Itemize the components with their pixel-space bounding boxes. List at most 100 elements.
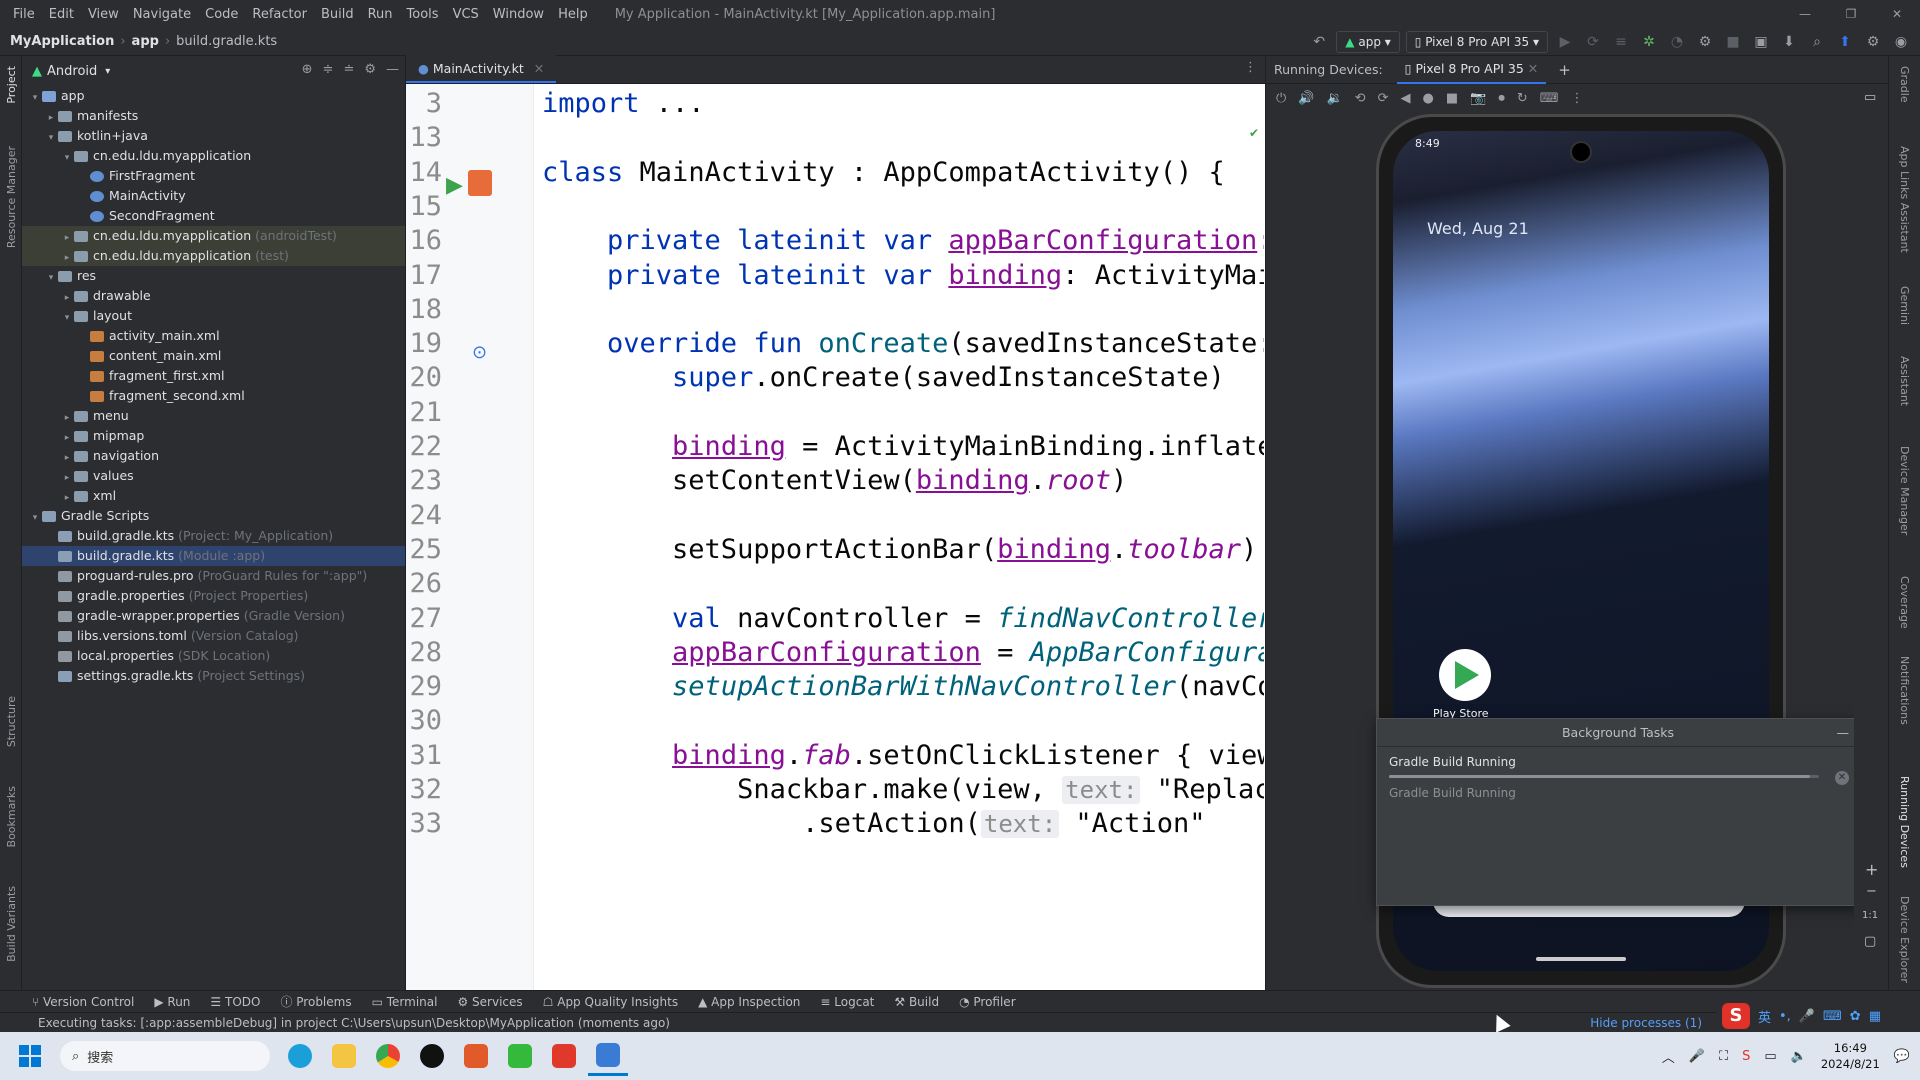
tool-window-project[interactable]: Project (5, 66, 18, 104)
menu-view[interactable]: View (81, 7, 126, 22)
code-line[interactable]: Snackbar.make(view, text: "Replace (542, 774, 1264, 805)
status-message[interactable]: Executing tasks: [:app:assembleDebug] in… (38, 1016, 670, 1030)
tool-window-app-links[interactable]: App Links Assistant (1898, 146, 1911, 253)
tool-window-gemini[interactable]: Gemini (1898, 286, 1911, 325)
chevron-down-icon[interactable]: ▾ (44, 128, 58, 148)
tool-services[interactable]: ⚙ Services (457, 995, 522, 1009)
tree-item[interactable]: ▸ values (22, 466, 405, 486)
close-tab-icon[interactable]: ✕ (1528, 61, 1538, 76)
tree-item[interactable]: ▸ manifests (22, 106, 405, 126)
actual-size-icon[interactable]: 1:1 (1862, 910, 1878, 921)
tree-item[interactable]: libs.versions.toml (Version Catalog) (22, 626, 405, 646)
tree-item[interactable]: ▾ res (22, 266, 405, 286)
tab-mainactivity[interactable]: ● MainActivity.kt ✕ (406, 55, 557, 83)
android-studio-app[interactable] (588, 1036, 628, 1076)
override-marker-icon[interactable]: ⊙ (472, 342, 487, 363)
menu-build[interactable]: Build (314, 7, 361, 22)
code-line[interactable]: class MainActivity : AppCompatActivity()… (542, 157, 1225, 188)
display-icon[interactable]: ▭ (1764, 1049, 1776, 1064)
settings-icon[interactable]: ⚙ (1862, 34, 1884, 50)
tool-build[interactable]: ⚒ Build (894, 995, 939, 1009)
power-icon[interactable]: ⏻ (1276, 91, 1286, 106)
tree-item[interactable]: gradle-wrapper.properties (Gradle Version… (22, 606, 405, 626)
tool-window-running-devices[interactable]: Running Devices (1898, 776, 1911, 868)
code-line[interactable]: setSupportActionBar(binding.toolbar) (542, 534, 1257, 565)
tree-item[interactable]: content_main.xml (22, 346, 405, 366)
tree-item[interactable]: ▾ cn.edu.ldu.myapplication (22, 146, 405, 166)
snapshot-icon[interactable]: ↻ (1517, 91, 1528, 106)
chevron-down-icon[interactable]: ▾ (44, 268, 58, 288)
maximize-button[interactable]: ❐ (1828, 0, 1874, 28)
tool-window-gradle[interactable]: Gradle (1898, 66, 1911, 103)
tree-item[interactable]: build.gradle.kts (Module :app) (22, 546, 405, 566)
tree-item[interactable]: ▸ xml (22, 486, 405, 506)
tool-todo[interactable]: ☰ TODO (210, 995, 260, 1009)
tree-item[interactable]: activity_main.xml (22, 326, 405, 346)
chevron-right-icon[interactable]: ▸ (60, 428, 74, 448)
tool-run[interactable]: ▶ Run (154, 995, 190, 1009)
tree-item[interactable]: settings.gradle.kts (Project Settings) (22, 666, 405, 686)
extended-controls-icon[interactable]: ⌨ (1540, 91, 1559, 106)
ime-language[interactable]: 英 (1758, 1007, 1771, 1026)
tree-item[interactable]: ▸ drawable (22, 286, 405, 306)
sdk-manager-icon[interactable]: ⬇ (1778, 34, 1800, 50)
chevron-right-icon[interactable]: ▸ (60, 408, 74, 428)
search-icon[interactable]: ⌕ (1806, 34, 1828, 50)
menu-code[interactable]: Code (198, 7, 245, 22)
hide-icon[interactable]: — (386, 62, 399, 77)
code-line[interactable]: setupActionBarWithNavController(navCo (542, 671, 1264, 702)
chevron-right-icon[interactable]: ▸ (60, 248, 74, 268)
more-options-icon[interactable]: ⋮ (1570, 91, 1583, 106)
tree-item[interactable]: fragment_first.xml (22, 366, 405, 386)
run-icon[interactable]: ▶ (1554, 34, 1576, 50)
minimize-button[interactable]: — (1782, 0, 1828, 28)
chevron-right-icon[interactable]: ▸ (60, 448, 74, 468)
rotate-left-icon[interactable]: ⟲ (1355, 91, 1366, 106)
menu-run[interactable]: Run (361, 7, 400, 22)
volume-up-icon[interactable]: 🔊 (1298, 91, 1314, 106)
rotate-right-icon[interactable]: ⟳ (1378, 91, 1389, 106)
code-line[interactable]: binding.fab.setOnClickListener { view (542, 740, 1264, 771)
code-line[interactable]: super.onCreate(savedInstanceState) (542, 362, 1225, 393)
screenshot-icon[interactable]: 📷 (1470, 91, 1486, 106)
tool-window-device-manager[interactable]: Device Manager (1898, 446, 1911, 535)
panel-layout-icon[interactable]: ▭ (1864, 90, 1876, 105)
code-line[interactable]: appBarConfiguration = AppBarConfigura (542, 637, 1264, 668)
network-icon[interactable]: ⛶ (1719, 1049, 1728, 1064)
attach-debugger-icon[interactable]: ⚙ (1694, 34, 1716, 50)
tree-item[interactable]: proguard-rules.pro (ProGuard Rules for ":… (22, 566, 405, 586)
chevron-down-icon[interactable]: ▾ (28, 508, 42, 528)
punctuation-icon[interactable]: •, (1779, 1009, 1791, 1024)
tree-item[interactable]: gradle.properties (Project Properties) (22, 586, 405, 606)
utility-app[interactable] (456, 1036, 496, 1076)
chrome-app[interactable] (368, 1036, 408, 1076)
run-gutter-icon[interactable]: ▶ (446, 173, 463, 198)
tree-item[interactable]: MainActivity (22, 186, 405, 206)
back-arrow-icon[interactable]: ↶ (1308, 34, 1330, 50)
record-icon[interactable]: ⏺ (1498, 91, 1505, 106)
code-line[interactable]: private lateinit var binding: ActivityMa… (542, 260, 1264, 291)
file-explorer-app[interactable] (324, 1036, 364, 1076)
expand-all-icon[interactable]: ≑ (323, 62, 334, 77)
tree-item[interactable]: SecondFragment (22, 206, 405, 226)
tree-item[interactable]: fragment_second.xml (22, 386, 405, 406)
mic-icon[interactable]: 🎤 (1689, 1049, 1705, 1064)
code-line[interactable]: override fun onCreate(savedInstanceState… (542, 328, 1264, 359)
chevron-up-icon[interactable]: ︿ (1662, 1047, 1675, 1066)
debug-icon[interactable]: ✲ (1638, 34, 1660, 50)
account-icon[interactable]: ◉ (1890, 34, 1912, 50)
menu-help[interactable]: Help (551, 7, 595, 22)
notification-icon[interactable]: 💬 (1894, 1049, 1910, 1064)
chevron-right-icon[interactable]: ▸ (60, 228, 74, 248)
tool-window-coverage[interactable]: Coverage (1898, 576, 1911, 629)
profile-icon[interactable]: ◔ (1666, 34, 1688, 50)
taskbar-search[interactable]: ⌕ 搜索 (60, 1041, 270, 1071)
green-app[interactable] (500, 1036, 540, 1076)
device-manager-icon[interactable]: ▣ (1750, 34, 1772, 50)
tool-version-control[interactable]: ⑂ Version Control (32, 995, 134, 1009)
project-view-selector[interactable]: Android (47, 64, 97, 79)
start-button[interactable] (0, 1032, 60, 1080)
chevron-right-icon[interactable]: ▸ (60, 488, 74, 508)
tool-window-resource-manager[interactable]: Resource Manager (5, 146, 18, 248)
tool-app-quality-insights[interactable]: ☖ App Quality Insights (543, 995, 678, 1009)
